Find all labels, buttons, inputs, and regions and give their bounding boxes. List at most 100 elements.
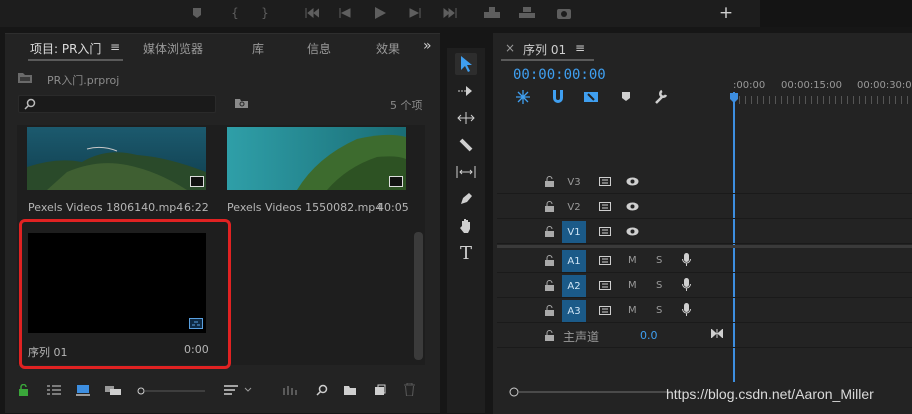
linked-selection-icon[interactable] (583, 89, 601, 105)
timeline-ruler[interactable] (733, 96, 912, 104)
new-item-icon[interactable] (374, 384, 386, 396)
razor-tool-icon[interactable] (455, 134, 477, 156)
add-button-icon[interactable]: + (716, 3, 736, 23)
find-bin-icon[interactable] (234, 97, 249, 109)
track-v3: V3 (497, 170, 912, 194)
clip-name-2: Pexels Videos 1550082.mp4 (227, 201, 383, 214)
track-lock-icon (545, 255, 554, 266)
mute-button[interactable]: M (628, 255, 637, 266)
icon-view-icon[interactable] (76, 384, 90, 396)
top-right-area (760, 0, 912, 27)
find-icon[interactable] (316, 384, 328, 396)
track-label-v2[interactable]: V2 (562, 196, 586, 218)
export-frame-icon[interactable] (554, 4, 574, 22)
playhead-timecode[interactable]: 00:00:00:00 (513, 67, 606, 83)
sequence-tab-underline (501, 59, 594, 61)
freeform-view-icon[interactable] (104, 385, 122, 396)
solo-button[interactable]: S (656, 255, 662, 266)
close-tab-icon[interactable]: × (505, 41, 515, 55)
solo-button[interactable]: S (656, 305, 662, 316)
go-to-in-icon[interactable] (302, 4, 322, 22)
mark-in-icon[interactable]: { (225, 4, 245, 22)
step-forward-icon[interactable] (405, 4, 425, 22)
zoom-slider[interactable] (137, 387, 207, 395)
trash-icon[interactable] (404, 383, 415, 396)
microphone-icon (682, 303, 691, 316)
ruler-label-1: 00:00:15:00 (781, 80, 843, 91)
track-lock-icon (545, 280, 554, 291)
automate-to-sequence-icon[interactable] (283, 385, 297, 396)
eye-icon (626, 202, 639, 211)
clip-duration-1: 6:22 (184, 201, 209, 214)
timeline-scroll-handle[interactable] (509, 387, 669, 397)
mute-button[interactable]: M (628, 280, 637, 291)
project-panel-menu-icon[interactable]: ≡ (110, 40, 120, 54)
master-track-label: 主声道 (563, 330, 600, 344)
hand-tool-icon[interactable] (455, 215, 477, 237)
search-input[interactable] (18, 95, 216, 113)
track-label-v1[interactable]: V1 (562, 221, 586, 243)
project-scrollbar[interactable] (414, 232, 423, 360)
mark-out-icon[interactable]: } (255, 4, 275, 22)
track-label-v3[interactable]: V3 (562, 171, 586, 193)
clip-thumbnail-1[interactable] (27, 127, 206, 190)
project-folder-icon (17, 71, 33, 84)
highlight-box (19, 219, 231, 369)
track-lock-icon (545, 176, 554, 187)
tab-library[interactable]: 库 (252, 40, 264, 57)
track-v2: V2 (497, 195, 912, 219)
sequence-tab-label[interactable]: 序列 01 (523, 41, 566, 58)
track-label-a2[interactable]: A2 (562, 275, 586, 297)
extract-icon[interactable] (517, 4, 537, 22)
track-lock-icon (545, 305, 554, 316)
eye-icon (626, 227, 639, 236)
lift-icon[interactable] (482, 4, 502, 22)
video-clip-icon (389, 176, 403, 187)
slip-tool-icon[interactable] (455, 161, 477, 183)
tab-effects[interactable]: 效果 (376, 40, 402, 57)
active-tab-underline (28, 59, 123, 61)
nest-icon[interactable] (515, 90, 531, 104)
go-to-out-icon[interactable] (440, 4, 460, 22)
sort-icon[interactable] (224, 385, 252, 396)
step-back-icon[interactable] (335, 4, 355, 22)
track-master: 主声道 0.0 (497, 324, 912, 348)
selection-tool-icon[interactable] (455, 53, 477, 75)
snap-icon[interactable] (551, 90, 565, 104)
sequence-menu-icon[interactable]: ≡ (575, 41, 585, 55)
tab-media-browser[interactable]: 媒体浏览器 (143, 40, 203, 57)
new-bin-icon[interactable] (343, 384, 357, 396)
track-label-a1[interactable]: A1 (562, 250, 586, 272)
play-icon[interactable] (370, 4, 390, 22)
sync-lock-icon (599, 281, 611, 290)
search-icon (24, 98, 36, 110)
master-volume-value[interactable]: 0.0 (640, 329, 658, 342)
add-marker-icon[interactable] (187, 4, 207, 22)
tab-info[interactable]: 信息 (307, 40, 331, 57)
solo-button[interactable]: S (656, 280, 662, 291)
sync-lock-icon (599, 227, 611, 236)
ripple-edit-tool-icon[interactable] (455, 107, 477, 129)
microphone-icon (682, 278, 691, 291)
track-divider[interactable] (497, 245, 912, 248)
sync-lock-icon (599, 177, 611, 186)
track-a1: A1 M S (497, 249, 912, 273)
list-view-icon[interactable] (47, 385, 61, 396)
track-v1: V1 (497, 220, 912, 244)
sync-lock-icon (599, 306, 611, 315)
mute-button[interactable]: M (628, 305, 637, 316)
track-a2: A2 M S (497, 274, 912, 298)
panel-overflow-icon[interactable]: » (423, 38, 432, 54)
pen-tool-icon[interactable] (455, 188, 477, 210)
eye-icon (626, 177, 639, 186)
track-label-a3[interactable]: A3 (562, 300, 586, 322)
type-tool-icon[interactable]: T (455, 242, 477, 264)
track-lock-icon (545, 201, 554, 212)
wrench-settings-icon[interactable] (652, 89, 668, 105)
add-marker-icon[interactable] (621, 91, 631, 103)
lock-icon[interactable] (18, 384, 29, 396)
clip-duration-2: 40:05 (377, 201, 409, 214)
tab-project[interactable]: 项目: PR入门 (30, 40, 101, 57)
track-select-tool-icon[interactable] (455, 80, 477, 102)
clip-thumbnail-2[interactable] (227, 127, 406, 190)
